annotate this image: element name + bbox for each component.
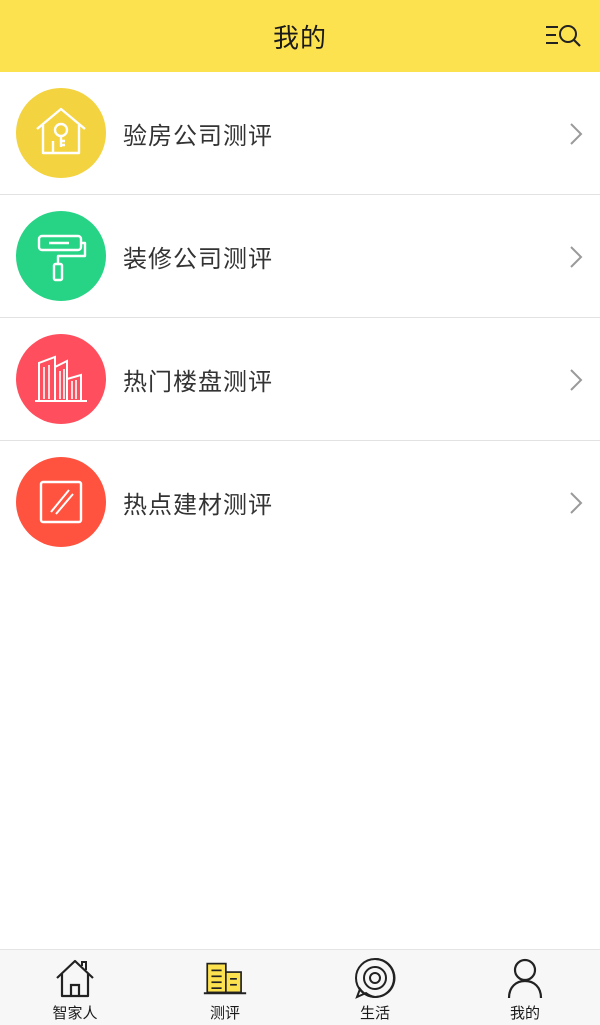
top-header: 我的 (0, 0, 600, 72)
home-icon (56, 959, 94, 998)
item-icon-circle (16, 457, 106, 547)
item-icon-circle (16, 334, 106, 424)
tab-label: 我的 (509, 1004, 540, 1022)
list-item-hot-properties[interactable]: 热门楼盘测评 (0, 318, 600, 441)
tab-evaluation[interactable]: 测评 (150, 950, 300, 1025)
person-icon (507, 958, 543, 999)
bottom-tab-bar: 智家人 测评 生活 我的 (0, 949, 600, 1025)
tab-label: 生活 (359, 1004, 390, 1022)
list-item-decoration-company[interactable]: 装修公司测评 (0, 195, 600, 318)
material-panel-icon (39, 480, 83, 524)
buildings-icon (35, 355, 87, 402)
tab-label: 智家人 (52, 1004, 98, 1022)
list-item-label: 热点建材测评 (123, 491, 273, 519)
tab-label: 测评 (209, 1004, 240, 1022)
buildings-icon (203, 962, 247, 995)
house-key-icon (36, 107, 86, 155)
page-title: 我的 (272, 23, 327, 54)
tab-mine[interactable]: 我的 (450, 950, 600, 1025)
tab-icon-wrap (503, 956, 547, 1000)
chevron-right-icon (570, 369, 583, 391)
life-target-icon (355, 957, 396, 999)
tab-home[interactable]: 智家人 (0, 950, 150, 1025)
tab-icon-wrap (53, 956, 97, 1000)
evaluation-list: 验房公司测评 装修公司测评 热门楼盘测评 热点建材测评 (0, 72, 600, 564)
menu-search-icon (546, 25, 581, 47)
paint-roller-icon (37, 234, 87, 282)
tab-icon-wrap (203, 956, 247, 1000)
chevron-right-icon (570, 492, 583, 514)
menu-search-button[interactable] (544, 18, 582, 54)
item-icon-circle (16, 88, 106, 178)
tab-icon-wrap (353, 956, 397, 1000)
list-item-label: 装修公司测评 (123, 245, 273, 273)
tab-life[interactable]: 生活 (300, 950, 450, 1025)
item-icon-circle (16, 211, 106, 301)
chevron-right-icon (570, 246, 583, 268)
list-item-inspection-company[interactable]: 验房公司测评 (0, 72, 600, 195)
app-screen: 我的 验房公司测评 装修公司测评 热门楼盘测评 热点建材测评 智家人 测评 生活… (0, 0, 600, 1025)
list-item-label: 热门楼盘测评 (123, 368, 273, 396)
list-item-label: 验房公司测评 (123, 122, 273, 150)
list-item-hot-materials[interactable]: 热点建材测评 (0, 441, 600, 564)
chevron-right-icon (570, 123, 583, 145)
